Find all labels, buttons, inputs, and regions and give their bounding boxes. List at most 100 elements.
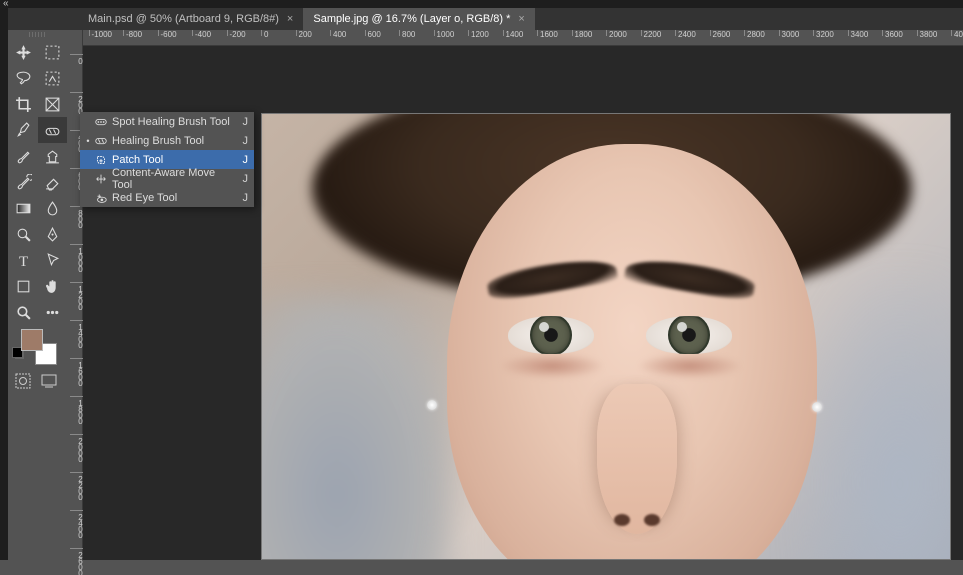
bg-blur bbox=[261, 294, 452, 560]
ruler-tick: 1000 bbox=[434, 30, 455, 36]
ruler-tick: 2800 bbox=[744, 30, 765, 36]
frame-tool[interactable] bbox=[38, 91, 67, 117]
color-swatches[interactable] bbox=[9, 325, 67, 365]
active-marker: • bbox=[84, 136, 92, 146]
ruler-tick: 3200 bbox=[813, 30, 834, 36]
shortcut-label: J bbox=[238, 192, 248, 204]
shortcut-label: J bbox=[238, 154, 248, 166]
eyedropper-tool[interactable] bbox=[9, 117, 38, 143]
earring bbox=[427, 400, 437, 410]
shadow bbox=[502, 354, 602, 378]
patch-icon bbox=[92, 153, 110, 167]
document-tab-main[interactable]: Main.psd @ 50% (Artboard 9, RGB/8#) × bbox=[78, 8, 303, 30]
quick-select-tool[interactable] bbox=[38, 65, 67, 91]
brush-tool[interactable] bbox=[9, 143, 38, 169]
flyout-item-label: Healing Brush Tool bbox=[110, 135, 238, 147]
photo-canvas[interactable] bbox=[261, 113, 951, 560]
flyout-item-red-eye[interactable]: Red Eye ToolJ bbox=[80, 188, 254, 207]
nose bbox=[597, 384, 677, 534]
ruler-tick: 3400 bbox=[848, 30, 869, 36]
svg-text:T: T bbox=[19, 253, 28, 268]
red-eye-icon bbox=[92, 191, 110, 205]
ruler-tick: -400 bbox=[192, 30, 211, 36]
ruler-tick: 1600 bbox=[70, 358, 83, 385]
eye bbox=[646, 316, 732, 354]
document-tab-label: Sample.jpg @ 16.7% (Layer o, RGB/8) * bbox=[313, 13, 510, 25]
healing-brush-tool[interactable] bbox=[38, 117, 67, 143]
workspace: 0200400600800100012001400160018002000220… bbox=[70, 30, 963, 560]
ruler-tick: 2000 bbox=[606, 30, 627, 36]
ruler-tick: 0 bbox=[261, 30, 268, 36]
ruler-tick: 3600 bbox=[882, 30, 903, 36]
gradient-tool[interactable] bbox=[9, 195, 38, 221]
ruler-vertical[interactable]: 0200400600800100012001400160018002000220… bbox=[70, 30, 83, 560]
ruler-tick: 0 bbox=[70, 54, 83, 63]
clone-stamp-tool[interactable] bbox=[38, 143, 67, 169]
ruler-tick: 800 bbox=[399, 30, 415, 36]
crop-tool[interactable] bbox=[9, 91, 38, 117]
document-tab-label: Main.psd @ 50% (Artboard 9, RGB/8#) bbox=[88, 13, 279, 25]
rect-marquee-tool[interactable] bbox=[38, 39, 67, 65]
ruler-tick: 600 bbox=[365, 30, 381, 36]
panel-grip[interactable] bbox=[29, 32, 47, 37]
close-icon[interactable]: × bbox=[287, 13, 293, 25]
shortcut-label: J bbox=[238, 116, 248, 128]
ruler-tick: -200 bbox=[227, 30, 246, 36]
ruler-tick: 1600 bbox=[537, 30, 558, 36]
ruler-tick: 2600 bbox=[70, 548, 83, 575]
default-colors-icon[interactable] bbox=[15, 350, 24, 359]
heal-brush-icon bbox=[92, 134, 110, 148]
history-brush-tool[interactable] bbox=[9, 169, 38, 195]
dodge-tool[interactable] bbox=[9, 221, 38, 247]
shape-tool[interactable] bbox=[9, 273, 38, 299]
ruler-tick: 2600 bbox=[710, 30, 731, 36]
ruler-tick: 3800 bbox=[917, 30, 938, 36]
hand-tool[interactable] bbox=[38, 273, 67, 299]
quick-mask-icon[interactable] bbox=[15, 373, 31, 392]
eraser-tool[interactable] bbox=[38, 169, 67, 195]
move-tool[interactable] bbox=[9, 39, 38, 65]
ruler-tick: 1800 bbox=[70, 396, 83, 423]
ruler-tick: 1400 bbox=[70, 320, 83, 347]
tool-flyout-healing: Spot Healing Brush ToolJ•Healing Brush T… bbox=[80, 112, 254, 207]
spot-heal-icon bbox=[92, 115, 110, 129]
ruler-tick: 4000 bbox=[951, 30, 963, 36]
screen-mode-icon[interactable] bbox=[41, 373, 57, 392]
lasso-tool[interactable] bbox=[9, 65, 38, 91]
shortcut-label: J bbox=[238, 173, 248, 185]
path-select-tool[interactable] bbox=[38, 247, 67, 273]
flyout-item-spot-heal[interactable]: Spot Healing Brush ToolJ bbox=[80, 112, 254, 131]
dock-gutter bbox=[0, 8, 8, 560]
flyout-item-content-aware-move[interactable]: Content-Aware Move ToolJ bbox=[80, 169, 254, 188]
flyout-item-label: Spot Healing Brush Tool bbox=[110, 116, 238, 128]
flyout-item-label: Patch Tool bbox=[110, 154, 238, 166]
ruler-tick: 400 bbox=[330, 30, 346, 36]
document-tab-sample[interactable]: Sample.jpg @ 16.7% (Layer o, RGB/8) * × bbox=[303, 8, 534, 30]
close-icon[interactable]: × bbox=[518, 13, 524, 25]
flyout-item-label: Red Eye Tool bbox=[110, 192, 238, 204]
nostrils bbox=[614, 514, 660, 528]
ruler-tick: -800 bbox=[123, 30, 142, 36]
ruler-tick: 2400 bbox=[70, 510, 83, 537]
ruler-tick: 200 bbox=[296, 30, 312, 36]
flyout-item-heal-brush[interactable]: • Healing Brush ToolJ bbox=[80, 131, 254, 150]
ruler-tick: 1200 bbox=[468, 30, 489, 36]
zoom-tool[interactable] bbox=[9, 299, 38, 325]
ruler-tick: 3000 bbox=[779, 30, 800, 36]
edit-toolbar[interactable] bbox=[38, 299, 67, 325]
ruler-tick: 1800 bbox=[572, 30, 593, 36]
ruler-tick: 200 bbox=[70, 92, 83, 113]
blur-tool[interactable] bbox=[38, 195, 67, 221]
ruler-tick: 1000 bbox=[70, 244, 83, 271]
foreground-swatch[interactable] bbox=[21, 329, 43, 351]
earring bbox=[812, 402, 822, 412]
ruler-tick: 1200 bbox=[70, 282, 83, 309]
ruler-horizontal[interactable]: -1000-800-600-400-2000200400600800100012… bbox=[83, 30, 963, 46]
shortcut-label: J bbox=[238, 135, 248, 147]
document-tab-bar: Main.psd @ 50% (Artboard 9, RGB/8#) × Sa… bbox=[0, 8, 963, 30]
type-tool[interactable]: T bbox=[9, 247, 38, 273]
pen-tool[interactable] bbox=[38, 221, 67, 247]
ruler-tick: 800 bbox=[70, 206, 83, 227]
content-aware-move-icon bbox=[92, 172, 110, 186]
app-header: « bbox=[0, 0, 963, 8]
